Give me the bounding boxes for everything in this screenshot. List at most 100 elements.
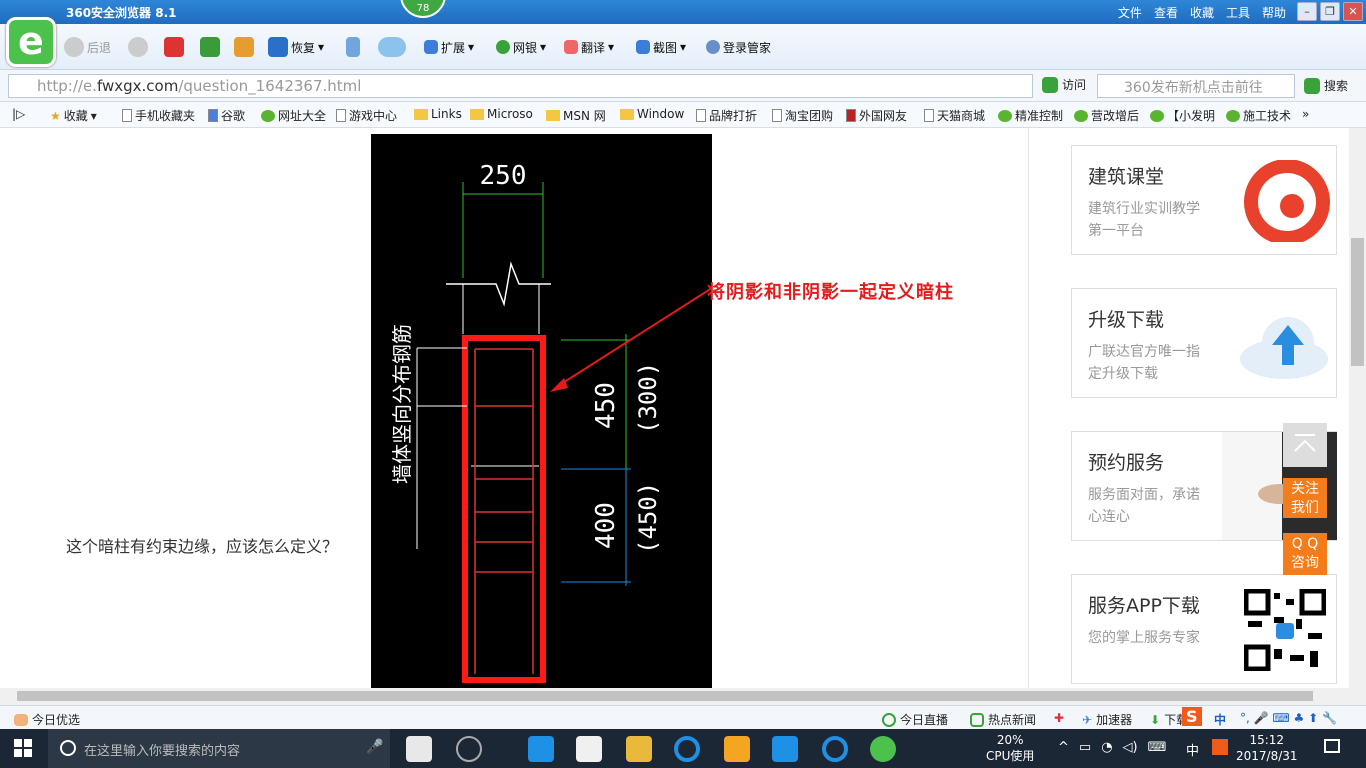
gift-icon — [14, 713, 28, 726]
back-button[interactable]: 后退 — [64, 36, 111, 58]
url-input[interactable]: http://e.fwxgx.com/question_1642367.html — [8, 74, 1033, 98]
health-icon[interactable]: ✚ — [1054, 711, 1064, 725]
clock[interactable]: 15:12 2017/8/31 — [1236, 732, 1298, 764]
app-icon-2[interactable] — [456, 736, 482, 762]
fav-item[interactable]: 网址大全 — [261, 107, 326, 124]
search-input[interactable]: 360发布新机点击前往 — [1097, 74, 1295, 98]
ime-mode[interactable]: 中 — [1214, 711, 1226, 728]
accelerator[interactable]: ✈ 加速器 — [1082, 711, 1132, 728]
minimize-button[interactable]: – — [1297, 2, 1317, 21]
browser-360-icon[interactable] — [870, 736, 896, 762]
edge-icon[interactable] — [528, 736, 554, 762]
cpu-label: CPU使用 — [986, 749, 1035, 763]
phone-icon — [346, 37, 360, 57]
tray-icons[interactable]: ^ ▭ ◔ ◁) ⌨ — [1058, 740, 1166, 755]
restore-button[interactable]: 恢复 ▾ — [268, 36, 324, 58]
qq-consult-button[interactable]: Q Q咨询 — [1283, 533, 1327, 575]
more-favorites[interactable]: » — [1302, 107, 1309, 121]
close-button[interactable]: ✕ — [1343, 2, 1363, 21]
page-content: 这个暗柱有约束边缘，应该怎么定义？ 250 墙体竖向分布钢筋 450 (300)… — [0, 128, 1366, 688]
app-icon-1[interactable] — [406, 736, 432, 762]
dim-top-label: 250 — [480, 161, 527, 191]
notification-icon[interactable] — [1324, 739, 1340, 753]
card-app[interactable]: 服务APP下载 您的掌上服务专家 — [1071, 574, 1337, 684]
plus-app-icon[interactable] — [772, 736, 798, 762]
maximize-button[interactable]: ❐ — [1320, 2, 1340, 21]
clock-date: 2017/8/31 — [1236, 749, 1298, 763]
fav-item[interactable]: 施工技术 — [1226, 107, 1291, 124]
vertical-scrollbar[interactable] — [1349, 128, 1366, 688]
fav-item[interactable]: 【小发明 — [1150, 107, 1215, 124]
tray-ime[interactable]: 中 — [1186, 740, 1199, 759]
visit-button[interactable]: 访问 — [1042, 76, 1086, 93]
fav-item[interactable]: 谷歌 — [208, 107, 245, 124]
today-picks[interactable]: 今日优选 — [14, 711, 80, 728]
folder-icon — [470, 108, 484, 120]
battery-icon: ▭ — [1078, 740, 1092, 755]
file-explorer-icon[interactable] — [626, 736, 652, 762]
fav-item[interactable]: 外国网友 — [846, 107, 907, 124]
menu-favorites[interactable]: 收藏 — [1190, 4, 1214, 21]
menu-view[interactable]: 查看 — [1154, 4, 1178, 21]
stop-button[interactable] — [164, 36, 184, 58]
cloud-button[interactable] — [378, 36, 406, 58]
fav-collect[interactable]: ★ 收藏 ▾ — [50, 107, 97, 124]
home-button[interactable] — [234, 36, 254, 58]
phone-icon — [122, 109, 132, 122]
fav-item[interactable]: 精准控制 — [998, 107, 1063, 124]
annotation-text: 将阴影和非阴影一起定义暗柱 — [707, 282, 954, 303]
forward-button[interactable] — [128, 36, 148, 58]
follow-us-button[interactable]: 关注我们 — [1283, 478, 1327, 518]
fav-item[interactable]: MSN 网 — [546, 107, 606, 124]
chevron-up-icon: ^ — [1058, 740, 1069, 755]
chat-icon — [1226, 109, 1240, 122]
download-icon: ⬇ — [1150, 712, 1161, 727]
screenshot-button[interactable]: 截图 ▾ — [636, 36, 686, 58]
refresh-button[interactable] — [200, 36, 220, 58]
horizontal-scroll-thumb[interactable] — [17, 691, 1313, 701]
bank-button[interactable]: 网银 ▾ — [496, 36, 546, 58]
plus-icon — [261, 109, 275, 122]
cloud-icon — [378, 37, 406, 57]
store-icon[interactable] — [576, 736, 602, 762]
sogou-ime-icon[interactable]: S — [1182, 707, 1202, 726]
fav-item[interactable]: 游戏中心 — [336, 107, 397, 124]
fav-item[interactable]: Microso — [470, 107, 533, 121]
fav-item[interactable]: Links — [414, 107, 462, 121]
microphone-icon[interactable]: 🎤 — [366, 739, 383, 755]
translate-button[interactable]: 翻译 ▾ — [564, 36, 614, 58]
login-manager-button[interactable]: 登录管家 — [706, 36, 771, 58]
phone-button[interactable] — [346, 36, 360, 58]
fav-item[interactable]: 天猫商城 — [924, 107, 985, 124]
undo-icon — [268, 37, 288, 57]
notes-app-icon[interactable] — [724, 736, 750, 762]
today-live[interactable]: 今日直播 — [882, 711, 948, 728]
menu-file[interactable]: 文件 — [1118, 4, 1142, 21]
extend-button[interactable]: 扩展 ▾ — [424, 36, 474, 58]
menu-help[interactable]: 帮助 — [1262, 4, 1286, 21]
menu-tools[interactable]: 工具 — [1226, 4, 1250, 21]
sogou-tray-icon[interactable] — [1212, 739, 1228, 755]
scissors-icon — [636, 40, 650, 54]
fav-item[interactable]: 营改增后 — [1074, 107, 1139, 124]
back-to-top-button[interactable] — [1283, 423, 1327, 467]
column-outline — [462, 335, 546, 683]
windows-start-icon[interactable] — [14, 739, 32, 757]
glodon-app-icon-2[interactable] — [822, 736, 848, 762]
status-bar: 今日优选 今日直播 热点新闻 ✚ ✈ 加速器 ⬇ 下载 S 中 °, 🎤 ⌨ ♣ ⬆… — [0, 705, 1366, 729]
fav-item[interactable]: 手机收藏夹 — [122, 107, 195, 124]
fav-item[interactable]: 淘宝团购 — [772, 107, 833, 124]
cpu-meter[interactable]: 20% CPU使用 — [986, 732, 1034, 764]
taskbar-search[interactable]: 在这里输入你要搜索的内容 — [48, 729, 390, 768]
fav-item[interactable]: Window — [620, 107, 684, 121]
ime-toolbar[interactable]: °, 🎤 ⌨ ♣ ⬆ 🔧 — [1240, 711, 1337, 725]
glodon-app-icon[interactable] — [674, 736, 700, 762]
fav-item[interactable]: 品牌打折 — [696, 107, 757, 124]
cad-drawing: 250 墙体竖向分布钢筋 450 (300) 400 (450) — [371, 134, 712, 688]
vertical-scroll-thumb[interactable] — [1351, 238, 1364, 366]
card-course[interactable]: 建筑课堂 建筑行业实训教学第一平台 — [1071, 145, 1337, 255]
hot-news[interactable]: 热点新闻 — [970, 711, 1036, 728]
search-button[interactable]: 搜索 — [1304, 77, 1348, 94]
sidebar-toggle[interactable]: |▷ — [12, 107, 25, 121]
card-upgrade[interactable]: 升级下载 广联达官方唯一指定升级下载 — [1071, 288, 1337, 398]
